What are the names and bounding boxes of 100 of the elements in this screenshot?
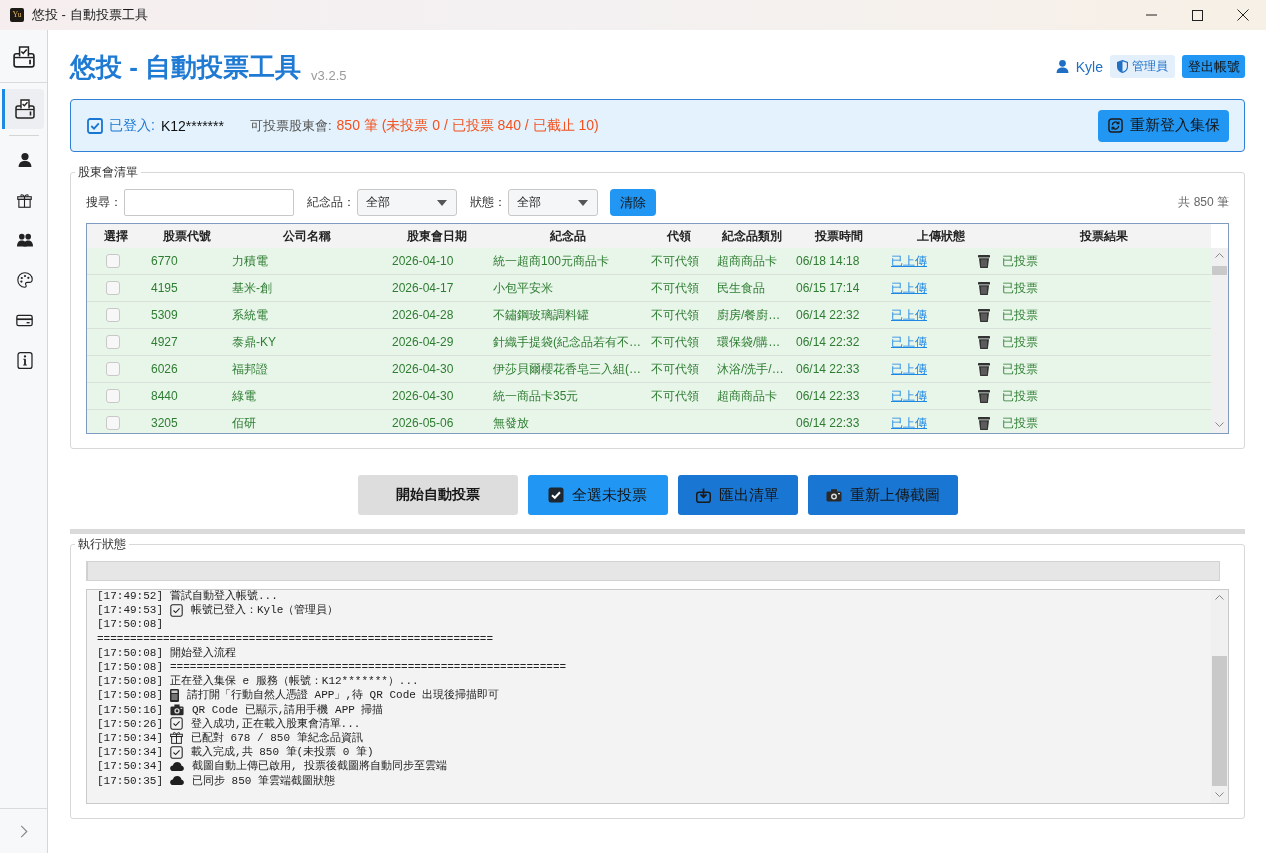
window-title: 悠投 - 自動投票工具 <box>32 6 148 24</box>
log-time: [17:50:26] <box>97 716 163 731</box>
column-header[interactable]: 股東會日期 <box>386 224 488 248</box>
table-cell: 不可代領 <box>651 389 699 403</box>
log-time: [17:50:08] <box>97 688 163 703</box>
table-cell: 6026 <box>151 362 178 376</box>
column-header[interactable]: 代領 <box>648 224 710 248</box>
table-cell: 泰鼎-KY <box>232 335 276 349</box>
table-row[interactable]: 6770 力積電 2026-04-10 統一超商100元商品卡 不可代領 超商商品卡 06/18 14:18 已上傳 已投票 <box>87 248 1211 275</box>
logout-button[interactable]: 登出帳號 <box>1182 55 1245 78</box>
row-checkbox[interactable] <box>106 389 120 403</box>
log-message: 截圖自動上傳已啟用, 投票後截圖將自動同步至雲端 <box>192 759 448 774</box>
close-icon[interactable] <box>1237 9 1249 21</box>
row-checkbox[interactable] <box>106 308 120 322</box>
gift-icon <box>170 731 183 745</box>
relogin-button[interactable]: 重新登入集保 <box>1098 109 1229 142</box>
palette-icon[interactable] <box>16 272 33 288</box>
person-icon[interactable] <box>17 153 32 167</box>
row-checkbox[interactable] <box>106 335 120 349</box>
chevron-right-icon[interactable] <box>19 824 28 838</box>
upload-link[interactable]: 已上傳 <box>891 308 927 322</box>
table-row[interactable]: 8440 綠電 2026-04-30 統一商品卡35元 不可代領 超商商品卡 06/14 22:33 已上傳 已投票 <box>87 383 1211 410</box>
bin-icon <box>978 281 990 295</box>
table-cell: 2026-04-10 <box>392 254 454 268</box>
group-title: 執行狀態 <box>77 536 127 552</box>
column-header[interactable]: 股票代號 <box>145 224 228 248</box>
column-header[interactable]: 投票結果 <box>997 224 1211 248</box>
table-cell: 廚房/餐廚… <box>717 308 781 322</box>
column-header[interactable]: 投票時間 <box>793 224 885 248</box>
action-button[interactable]: 匯出清單 <box>677 475 798 515</box>
gift-filter-dropdown[interactable]: 全部 <box>357 189 457 216</box>
column-header[interactable]: 紀念品 <box>488 224 648 248</box>
table-cell: 力積電 <box>232 254 268 268</box>
log-time: [17:50:34] <box>97 759 163 774</box>
upload-link[interactable]: 已上傳 <box>891 254 927 268</box>
search-label: 搜尋： <box>86 194 122 211</box>
gift-icon[interactable] <box>17 192 32 208</box>
table-cell: 沐浴/洗手/… <box>717 362 784 376</box>
row-checkbox[interactable] <box>106 362 120 376</box>
card-icon[interactable] <box>16 313 33 327</box>
log-time: [17:50:16] <box>97 702 163 717</box>
table-cell: 統一商品卡35元 <box>493 389 579 403</box>
action-button[interactable]: 全選未投票 <box>527 475 668 515</box>
clear-button[interactable]: 清除 <box>610 189 656 216</box>
table-cell: 2026-04-30 <box>392 389 454 403</box>
table-cell: 已投票 <box>1002 389 1038 403</box>
row-checkbox[interactable] <box>106 416 120 430</box>
maximize-icon[interactable] <box>1191 9 1203 21</box>
chevron-down-icon[interactable] <box>1215 422 1224 427</box>
info-icon[interactable] <box>16 351 33 369</box>
table-cell: 06/14 22:33 <box>796 362 860 376</box>
check-box-icon <box>170 603 183 617</box>
action-button[interactable]: 開始自動投票 <box>357 475 518 515</box>
search-field[interactable] <box>124 189 294 216</box>
user-icon <box>1055 60 1069 73</box>
column-header[interactable]: 紀念品類別 <box>710 224 793 248</box>
ballot-box-icon[interactable] <box>14 99 35 119</box>
table-cell: 3205 <box>151 416 178 430</box>
scrollbar-thumb[interactable] <box>1212 656 1227 786</box>
table-row[interactable]: 4195 基米-創 2026-04-17 小包平安米 不可代領 民生食品 06/15 17:14 已上傳 已投票 <box>87 275 1211 302</box>
minimize-icon[interactable] <box>1145 14 1157 16</box>
upload-link[interactable]: 已上傳 <box>891 389 927 403</box>
login-status: 已登入: <box>109 116 155 135</box>
table-row[interactable]: 3205 佰研 2026-05-06 無發放 06/14 22:33 已上傳 已投票 <box>87 410 1211 433</box>
column-header[interactable]: 上傳狀態 <box>885 224 997 248</box>
bin-icon <box>978 389 990 403</box>
people-icon[interactable] <box>16 233 33 247</box>
table-cell: 針織手提袋(紀念品若有不… <box>493 335 641 349</box>
nav-item[interactable] <box>2 89 44 129</box>
upload-link[interactable]: 已上傳 <box>891 416 927 430</box>
row-checkbox[interactable] <box>106 281 120 295</box>
gift-filter-label: 紀念品： <box>307 194 355 211</box>
phone-icon <box>170 688 179 702</box>
upload-link[interactable]: 已上傳 <box>891 335 927 349</box>
table-row[interactable]: 5309 系統電 2026-04-28 不鏽鋼玻璃調料罐 不可代領 廚房/餐廚… 06/14 22:32 已上傳 已投票 <box>87 302 1211 329</box>
table-row[interactable]: 6026 福邦證 2026-04-30 伊莎貝爾櫻花香皂三入組(… 不可代領 沐浴/洗手/… 06/14 22:33 已上傳 已投票 <box>87 356 1211 383</box>
table-cell: 不可代領 <box>651 281 699 295</box>
chevron-up-icon[interactable] <box>1215 595 1224 600</box>
table-cell: 環保袋/購… <box>717 335 781 349</box>
chevron-down-icon[interactable] <box>1215 792 1224 797</box>
table-cell: 已投票 <box>1002 281 1038 295</box>
scrollbar-thumb[interactable] <box>1212 266 1227 275</box>
upload-link[interactable]: 已上傳 <box>891 362 927 376</box>
action-button[interactable]: 重新上傳截圖 <box>807 475 958 515</box>
status-filter-dropdown[interactable]: 全部 <box>508 189 598 216</box>
column-header[interactable]: 選擇 <box>87 224 145 248</box>
table-cell: 系統電 <box>232 308 268 322</box>
row-checkbox[interactable] <box>106 254 120 268</box>
app-title: 悠投 - 自動投票工具 <box>70 50 302 83</box>
group-title: 股東會清單 <box>77 164 139 180</box>
table-cell: 06/14 22:32 <box>796 335 860 349</box>
log-message: 請打開「行動自然人憑證 APP」,待 QR Code 出現後掃描即可 <box>187 688 500 703</box>
chevron-up-icon[interactable] <box>1215 253 1224 258</box>
account-text: K12******* <box>160 117 224 134</box>
log-time: [17:50:08] <box>97 645 163 660</box>
upload-link[interactable]: 已上傳 <box>891 281 927 295</box>
scrollbar[interactable] <box>1211 248 1228 433</box>
column-header[interactable]: 公司名稱 <box>228 224 386 248</box>
table-row[interactable]: 4927 泰鼎-KY 2026-04-29 針織手提袋(紀念品若有不… 不可代領 環保袋/購… 06/14 22:32 已上傳 已投票 <box>87 329 1211 356</box>
table-cell: 超商商品卡 <box>717 389 777 403</box>
